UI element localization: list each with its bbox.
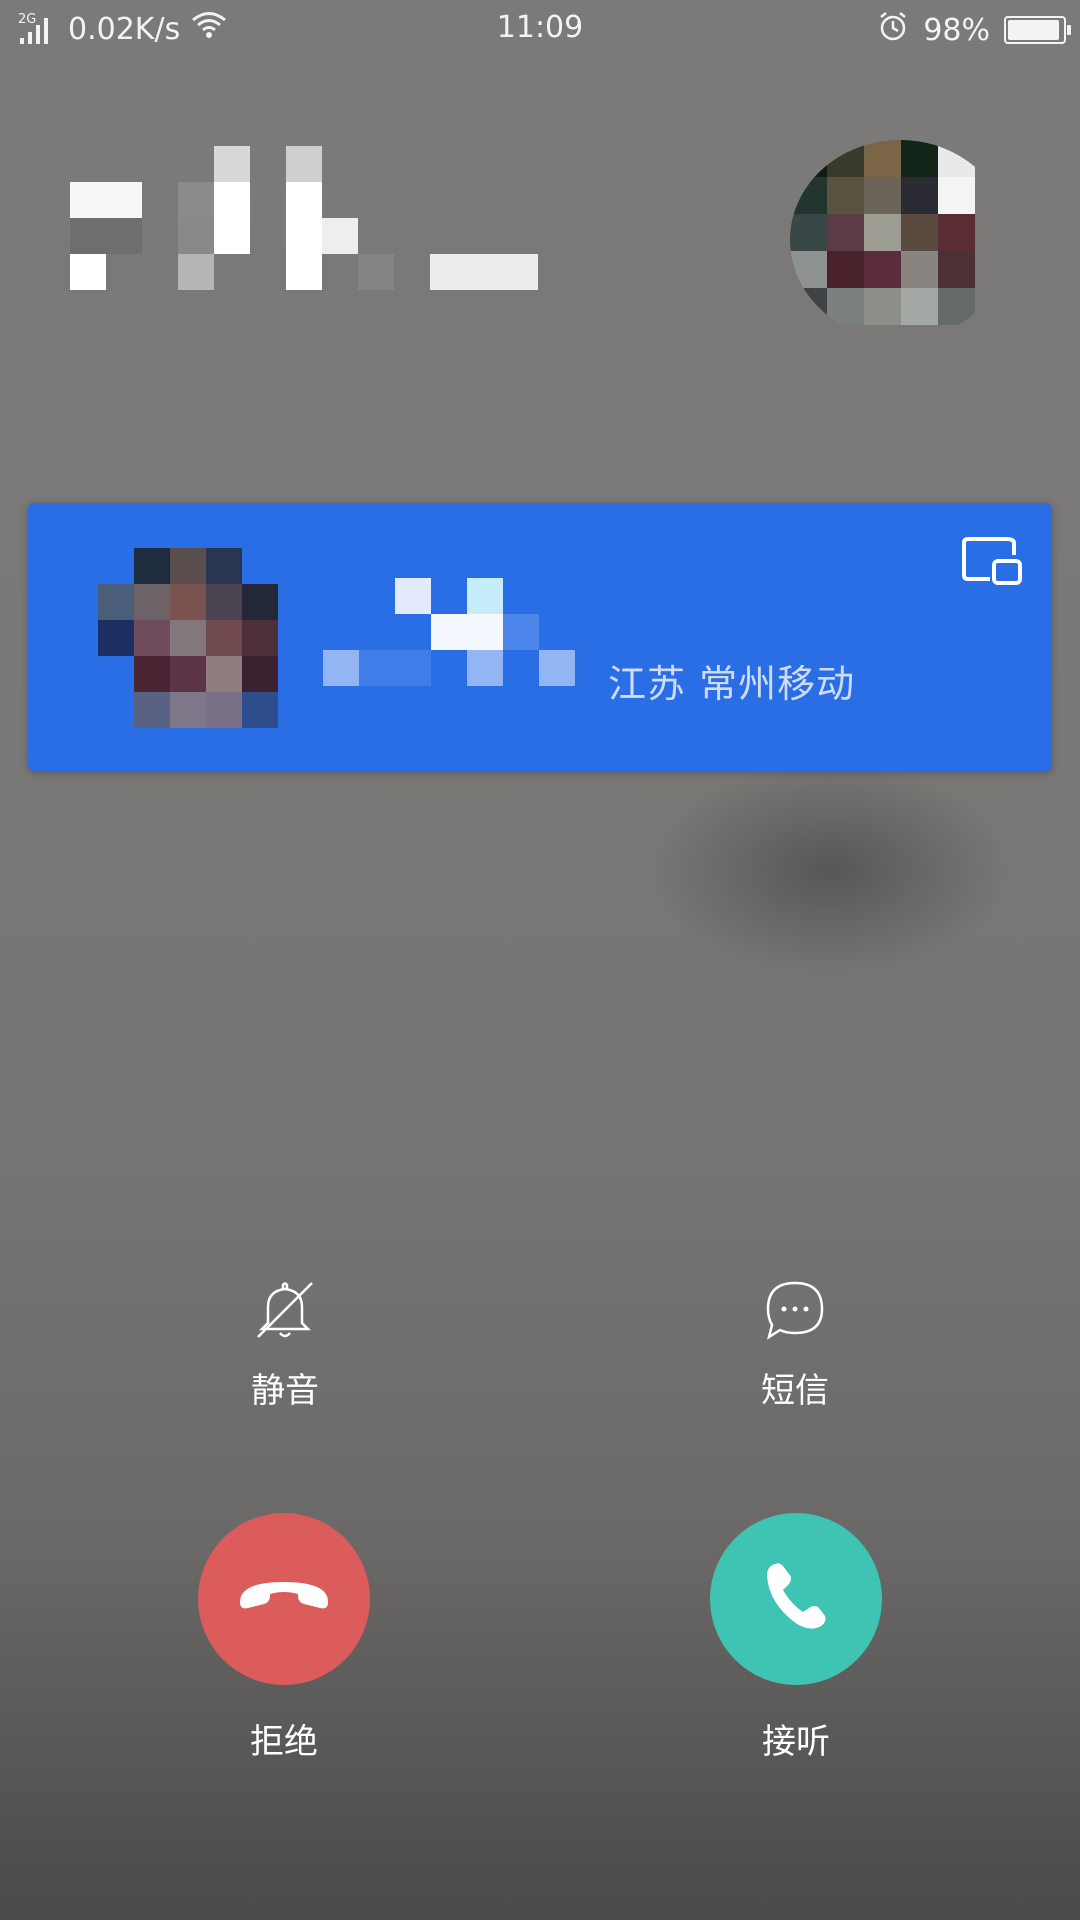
incoming-call-card[interactable]: 江苏 常州移动 [28,503,1052,771]
card-caller-name [323,578,623,698]
mute-action[interactable]: 静音 [175,1275,395,1412]
battery-percent: 98% [923,12,990,48]
picture-in-picture-icon[interactable] [962,535,1024,589]
battery-fill [1008,20,1059,40]
phone-icon [761,1560,831,1638]
sms-label: 短信 [761,1371,829,1411]
caller-name [70,142,540,292]
phone-hangup-icon [236,1572,332,1626]
sms-action[interactable]: 短信 [685,1275,905,1412]
bell-off-icon [250,1275,320,1345]
status-bar: 2G 0.02K/s 11:09 98% [0,0,1080,56]
accept-button[interactable] [710,1513,882,1685]
mute-label: 静音 [251,1371,319,1411]
decline-button[interactable] [198,1513,370,1685]
accept-label: 接听 [762,1722,830,1762]
status-right: 98% [877,10,1071,50]
chat-bubble-icon [760,1275,830,1345]
battery-icon [1004,16,1071,44]
caller-location: 江苏 常州移动 [608,662,856,706]
caller-avatar [790,140,1010,340]
alarm-icon [877,10,909,50]
decline-label: 拒绝 [250,1722,318,1762]
card-avatar [98,548,278,728]
background-shadow [650,760,1010,980]
